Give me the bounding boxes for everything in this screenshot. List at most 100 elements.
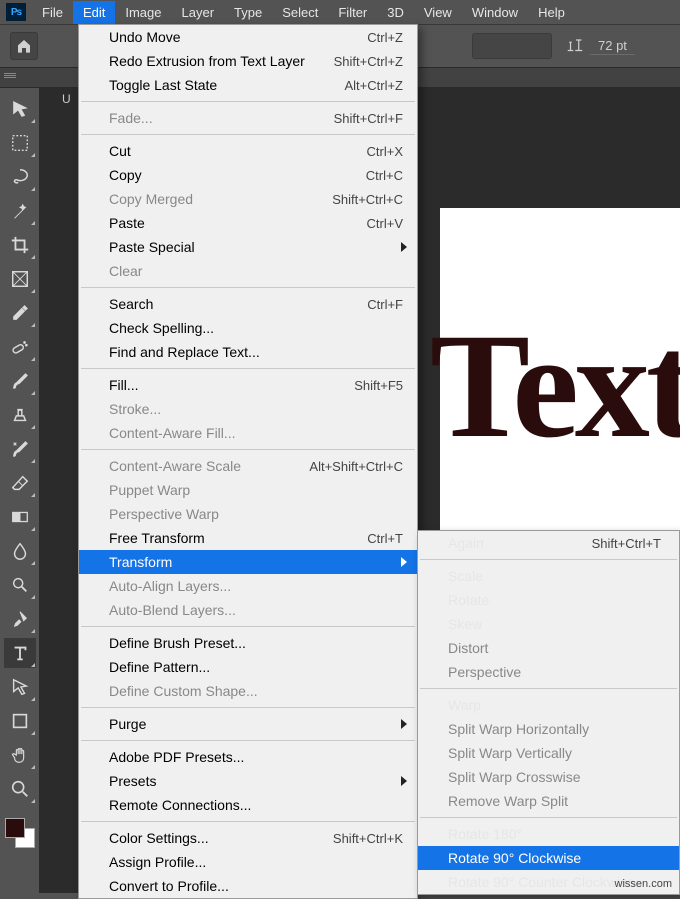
- transform-item-again[interactable]: AgainShift+Ctrl+T: [418, 531, 679, 555]
- menu-help[interactable]: Help: [528, 1, 575, 24]
- color-swatches[interactable]: [5, 818, 35, 848]
- menu-3d[interactable]: 3D: [377, 1, 414, 24]
- menu-item-label: Auto-Align Layers...: [109, 578, 231, 594]
- edit-item-fill[interactable]: Fill...Shift+F5: [79, 373, 417, 397]
- menu-item-label: Redo Extrusion from Text Layer: [109, 53, 305, 69]
- edit-item-color-settings[interactable]: Color Settings...Shift+Ctrl+K: [79, 826, 417, 850]
- edit-item-undo-move[interactable]: Undo MoveCtrl+Z: [79, 25, 417, 49]
- marquee-tool[interactable]: [4, 128, 36, 158]
- menu-item-shortcut: Ctrl+F: [367, 297, 403, 312]
- menu-image[interactable]: Image: [115, 1, 171, 24]
- submenu-arrow-icon: [401, 557, 407, 567]
- menu-view[interactable]: View: [414, 1, 462, 24]
- pen-tool[interactable]: [4, 604, 36, 634]
- clone-stamp-tool[interactable]: [4, 400, 36, 430]
- menu-item-label: Search: [109, 296, 153, 312]
- edit-item-define-pattern[interactable]: Define Pattern...: [79, 655, 417, 679]
- edit-item-clear: Clear: [79, 259, 417, 283]
- brush-tool-icon: [10, 371, 30, 391]
- font-size-control[interactable]: 72 pt: [566, 37, 635, 55]
- transform-item-skew[interactable]: Skew: [418, 612, 679, 636]
- menu-type[interactable]: Type: [224, 1, 272, 24]
- menu-item-shortcut: Shift+Ctrl+C: [332, 192, 403, 207]
- menu-separator: [81, 287, 415, 288]
- edit-item-purge[interactable]: Purge: [79, 712, 417, 736]
- panel-drag-handle-icon[interactable]: [4, 73, 16, 83]
- edit-item-assign-profile[interactable]: Assign Profile...: [79, 850, 417, 874]
- edit-item-redo-extrusion-from-text-layer[interactable]: Redo Extrusion from Text LayerShift+Ctrl…: [79, 49, 417, 73]
- menu-filter[interactable]: Filter: [328, 1, 377, 24]
- menu-separator: [81, 740, 415, 741]
- options-dropdown[interactable]: [472, 33, 552, 59]
- menu-item-shortcut: Alt+Shift+Ctrl+C: [309, 459, 403, 474]
- frame-tool[interactable]: [4, 264, 36, 294]
- transform-item-scale[interactable]: Scale: [418, 564, 679, 588]
- menu-window[interactable]: Window: [462, 1, 528, 24]
- menu-select[interactable]: Select: [272, 1, 328, 24]
- path-select-tool[interactable]: [4, 672, 36, 702]
- transform-item-warp[interactable]: Warp: [418, 693, 679, 717]
- edit-item-convert-to-profile[interactable]: Convert to Profile...: [79, 874, 417, 898]
- edit-item-copy[interactable]: CopyCtrl+C: [79, 163, 417, 187]
- type-tool[interactable]: [4, 638, 36, 668]
- edit-item-content-aware-scale: Content-Aware ScaleAlt+Shift+Ctrl+C: [79, 454, 417, 478]
- eraser-tool[interactable]: [4, 468, 36, 498]
- edit-item-transform[interactable]: Transform: [79, 550, 417, 574]
- transform-item-rotate-180[interactable]: Rotate 180°: [418, 822, 679, 846]
- font-size-value[interactable]: 72 pt: [590, 37, 635, 55]
- menu-item-label: Toggle Last State: [109, 77, 217, 93]
- menu-item-shortcut: Ctrl+Z: [367, 30, 403, 45]
- home-button[interactable]: [10, 32, 38, 60]
- eyedropper-tool[interactable]: [4, 298, 36, 328]
- transform-item-rotate-90-clockwise[interactable]: Rotate 90° Clockwise: [418, 846, 679, 870]
- menu-separator: [420, 559, 677, 560]
- edit-item-define-brush-preset[interactable]: Define Brush Preset...: [79, 631, 417, 655]
- move-tool[interactable]: [4, 94, 36, 124]
- spot-heal-tool-icon: [10, 337, 30, 357]
- menu-item-shortcut: Shift+Ctrl+F: [334, 111, 403, 126]
- move-tool-icon: [10, 99, 30, 119]
- edit-item-remote-connections[interactable]: Remote Connections...: [79, 793, 417, 817]
- menu-item-label: Remote Connections...: [109, 797, 251, 813]
- app-logo: Ps: [6, 3, 26, 21]
- edit-item-puppet-warp: Puppet Warp: [79, 478, 417, 502]
- gradient-tool[interactable]: [4, 502, 36, 532]
- dodge-tool[interactable]: [4, 570, 36, 600]
- hand-tool[interactable]: [4, 740, 36, 770]
- menu-separator: [81, 449, 415, 450]
- history-brush-tool[interactable]: [4, 434, 36, 464]
- edit-item-search[interactable]: Search Ctrl+F: [79, 292, 417, 316]
- edit-item-paste[interactable]: PasteCtrl+V: [79, 211, 417, 235]
- eraser-tool-icon: [10, 473, 30, 493]
- canvas-text-layer[interactable]: Text: [430, 300, 680, 472]
- menu-item-label: Assign Profile...: [109, 854, 206, 870]
- edit-item-cut[interactable]: CutCtrl+X: [79, 139, 417, 163]
- lasso-tool[interactable]: [4, 162, 36, 192]
- magic-wand-tool[interactable]: [4, 196, 36, 226]
- foreground-color-swatch[interactable]: [5, 818, 25, 838]
- edit-item-toggle-last-state[interactable]: Toggle Last StateAlt+Ctrl+Z: [79, 73, 417, 97]
- menu-item-label: Paste: [109, 215, 145, 231]
- edit-item-check-spelling[interactable]: Check Spelling...: [79, 316, 417, 340]
- blur-tool[interactable]: [4, 536, 36, 566]
- zoom-tool[interactable]: [4, 774, 36, 804]
- edit-item-paste-special[interactable]: Paste Special: [79, 235, 417, 259]
- edit-item-presets[interactable]: Presets: [79, 769, 417, 793]
- edit-item-free-transform[interactable]: Free TransformCtrl+T: [79, 526, 417, 550]
- edit-item-find-and-replace-text[interactable]: Find and Replace Text...: [79, 340, 417, 364]
- menu-layer[interactable]: Layer: [172, 1, 225, 24]
- spot-heal-tool[interactable]: [4, 332, 36, 362]
- menu-item-label: Define Custom Shape...: [109, 683, 258, 699]
- menu-item-label: Rotate: [448, 592, 489, 608]
- brush-tool[interactable]: [4, 366, 36, 396]
- crop-tool[interactable]: [4, 230, 36, 260]
- menu-item-label: Skew: [448, 616, 482, 632]
- transform-item-rotate[interactable]: Rotate: [418, 588, 679, 612]
- shape-tool[interactable]: [4, 706, 36, 736]
- gradient-tool-icon: [10, 507, 30, 527]
- menu-item-label: Adobe PDF Presets...: [109, 749, 244, 765]
- menu-edit[interactable]: Edit: [73, 1, 115, 24]
- menu-file[interactable]: File: [32, 1, 73, 24]
- clone-stamp-tool-icon: [10, 405, 30, 425]
- edit-item-adobe-pdf-presets[interactable]: Adobe PDF Presets...: [79, 745, 417, 769]
